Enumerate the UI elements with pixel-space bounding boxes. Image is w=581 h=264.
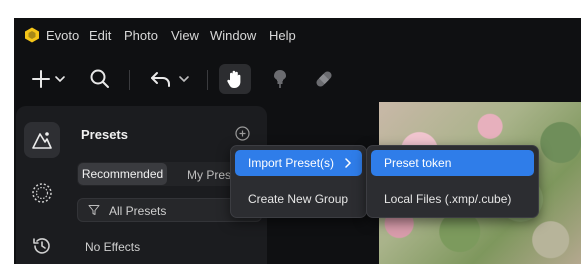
bandage-tool-button[interactable] <box>310 64 338 94</box>
bandage-icon <box>316 71 332 87</box>
create-new-group-label: Create New Group <box>248 192 349 206</box>
undo-icon <box>151 72 170 87</box>
empty-state-label: No Effects <box>85 240 141 254</box>
context-menu: Import Preset(s) Create New Group <box>230 145 367 218</box>
menu-evoto[interactable]: Evoto <box>46 28 79 43</box>
tab-recommended[interactable]: Recommended <box>78 163 167 185</box>
menu-help[interactable]: Help <box>269 28 296 43</box>
add-icon <box>31 70 50 88</box>
menu-photo[interactable]: Photo <box>124 28 158 43</box>
add-button[interactable] <box>28 64 68 94</box>
filter-label: All Presets <box>109 204 167 218</box>
chevron-down-icon <box>179 76 189 83</box>
toolbar-divider <box>129 70 130 90</box>
import-presets-menu-item[interactable]: Import Preset(s) <box>235 150 362 176</box>
chevron-right-icon <box>345 158 352 168</box>
menu-view[interactable]: View <box>171 28 199 43</box>
chevron-down-icon <box>54 76 65 83</box>
filter-icon <box>88 205 100 215</box>
search-button[interactable] <box>88 64 112 94</box>
hand-icon <box>227 70 241 88</box>
search-icon <box>90 69 109 88</box>
texture-icon <box>32 183 52 203</box>
create-new-group-menu-item[interactable]: Create New Group <box>235 186 362 212</box>
panel-title: Presets <box>81 127 128 142</box>
history-icon <box>33 238 50 254</box>
import-submenu: Preset token Local Files (.xmp/.cube) <box>366 145 539 218</box>
undo-button[interactable] <box>146 64 194 94</box>
preset-token-menu-item[interactable]: Preset token <box>371 150 534 176</box>
hand-tool-button[interactable] <box>219 64 251 94</box>
preset-token-label: Preset token <box>384 156 452 170</box>
stamp-tool-button[interactable] <box>266 64 294 94</box>
rail-presets-button[interactable] <box>24 122 60 158</box>
add-circle-icon[interactable] <box>235 126 250 141</box>
toolbar <box>14 52 581 106</box>
menu-edit[interactable]: Edit <box>89 28 111 43</box>
import-presets-label: Import Preset(s) <box>248 156 335 170</box>
rail-history-button[interactable] <box>24 228 60 264</box>
rail-texture-button[interactable] <box>24 175 60 211</box>
toolbar-divider <box>207 70 208 90</box>
menu-window[interactable]: Window <box>210 28 256 43</box>
local-files-menu-item[interactable]: Local Files (.xmp/.cube) <box>371 186 534 212</box>
app-window: Evoto Edit Photo View Window Help Preset… <box>14 18 581 264</box>
stamp-icon <box>274 70 286 88</box>
menu-bar: Evoto Edit Photo View Window Help <box>14 18 581 52</box>
presets-icon <box>32 132 52 149</box>
evoto-logo-icon <box>25 27 39 43</box>
local-files-label: Local Files (.xmp/.cube) <box>384 192 512 206</box>
left-rail <box>16 106 66 264</box>
